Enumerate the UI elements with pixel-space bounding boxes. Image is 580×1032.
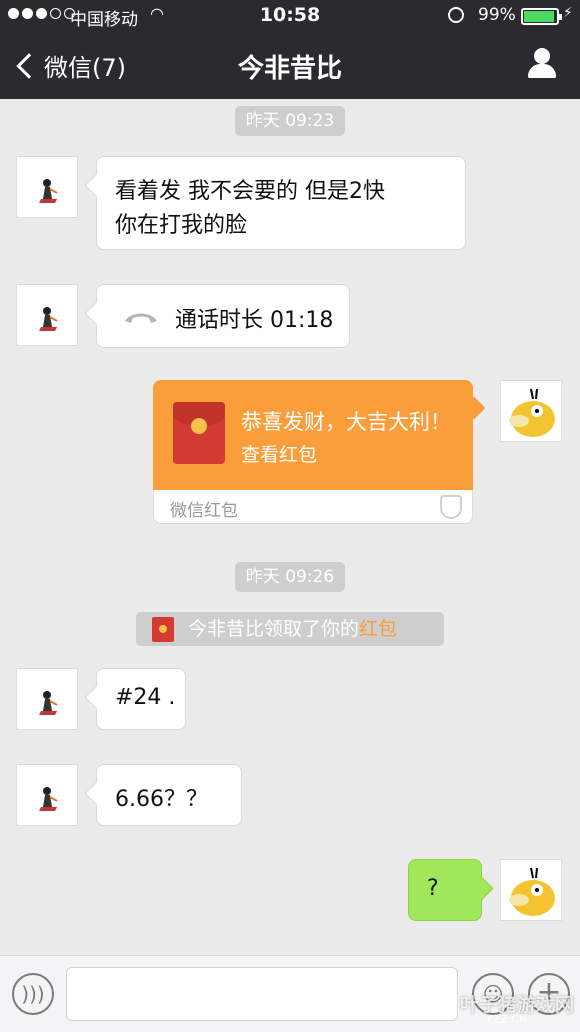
red-packet-title: 恭喜发财，大吉大利！ <box>241 410 451 434</box>
message-text: 你在打我的脸 <box>115 213 248 238</box>
contact-avatar[interactable] <box>16 668 78 730</box>
red-packet-received-notice: 今非昔比领取了你的红包 <box>136 612 444 646</box>
red-packet-link[interactable]: 红包 <box>359 618 397 640</box>
red-packet-action: 查看红包 <box>241 444 318 466</box>
timestamp: 昨天 09:26 <box>235 562 345 592</box>
orientation-lock-icon <box>448 7 464 23</box>
voice-input-button[interactable]: ))) <box>12 973 54 1015</box>
red-packet-label: 微信红包 <box>170 501 238 521</box>
top-bar: 中国移动 ◠ 10:58 99% ⚡ 微信(7) 今非昔比 <box>0 0 580 99</box>
message-text: 看着发 我不会要的 但是2快 <box>115 179 385 204</box>
message-input[interactable] <box>66 967 458 1021</box>
contact-profile-button[interactable] <box>526 48 558 80</box>
message-text: ? <box>427 876 439 901</box>
status-bar: 中国移动 ◠ 10:58 99% ⚡ <box>0 0 580 34</box>
red-envelope-icon <box>152 617 174 642</box>
received-message[interactable]: #24 . <box>96 668 186 730</box>
sent-message[interactable]: ? <box>408 859 482 921</box>
shield-icon <box>440 495 462 519</box>
charging-icon: ⚡ <box>563 5 573 21</box>
received-message[interactable]: 看着发 我不会要的 但是2快 你在打我的脸 <box>96 156 466 250</box>
watermark-url: YZZ.CN <box>486 1013 528 1026</box>
person-icon <box>534 48 550 64</box>
call-duration: 通话时长 01:18 <box>175 308 334 333</box>
red-packet-message[interactable]: 恭喜发财，大吉大利！ 查看红包 微信红包 <box>153 380 473 524</box>
nav-bar: 微信(7) 今非昔比 <box>0 34 580 99</box>
battery-percent: 99% <box>478 5 516 25</box>
received-message[interactable]: 6.66？？ <box>96 764 242 826</box>
message-text: #24 . <box>115 685 176 710</box>
red-envelope-icon <box>173 402 225 464</box>
my-avatar[interactable] <box>500 380 562 442</box>
battery-icon <box>521 8 562 25</box>
contact-avatar[interactable] <box>16 156 78 218</box>
chat-title: 今非昔比 <box>237 54 342 84</box>
timestamp: 昨天 09:23 <box>235 106 345 136</box>
contact-avatar[interactable] <box>16 284 78 346</box>
phone-hangup-icon <box>125 313 157 323</box>
notice-text: 今非昔比领取了你的 <box>188 618 360 640</box>
my-avatar[interactable] <box>500 859 562 921</box>
message-text: 6.66？？ <box>115 787 208 812</box>
call-record-message[interactable]: 通话时长 01:18 <box>96 284 350 348</box>
contact-avatar[interactable] <box>16 764 78 826</box>
voice-icon: ))) <box>21 982 45 1006</box>
